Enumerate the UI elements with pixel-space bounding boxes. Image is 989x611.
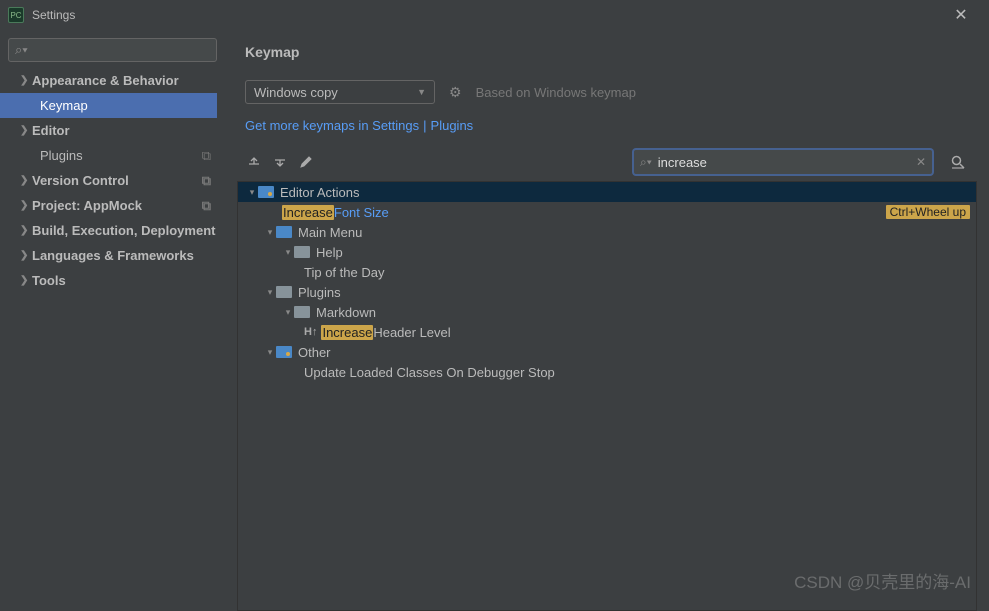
sidebar-item-label: Editor <box>32 123 70 138</box>
highlight: Increase <box>282 205 334 220</box>
sidebar-item-keymap[interactable]: Keymap <box>8 93 217 118</box>
find-by-shortcut-icon[interactable] <box>947 151 969 173</box>
plugin-links: Get more keymaps in Settings|Plugins <box>245 118 969 133</box>
page-title: Keymap <box>245 44 969 60</box>
sidebar-item-label: Plugins <box>40 148 83 163</box>
tree-label: Font Size <box>334 205 389 220</box>
keymap-toolbar: ⌕▾ ✕ <box>245 149 969 175</box>
chevron-right-icon: ❯ <box>20 225 32 236</box>
link-plugins[interactable]: Plugins <box>431 118 474 133</box>
project-tag-icon: ⧉ <box>202 148 211 164</box>
folder-icon <box>294 246 310 258</box>
sidebar-item-label: Keymap <box>40 98 88 113</box>
tree-label: Markdown <box>316 305 376 320</box>
search-icon: ⌕▾ <box>15 42 28 58</box>
search-icon: ⌕▾ <box>640 155 652 170</box>
gear-icon[interactable]: ⚙ <box>449 84 462 101</box>
main-panel: Keymap Windows copy ▼ ⚙ Based on Windows… <box>225 30 989 605</box>
clear-icon[interactable]: ✕ <box>916 155 926 169</box>
chevron-right-icon: ❯ <box>20 75 32 86</box>
chevron-right-icon: ❯ <box>20 275 32 286</box>
chevron-down-icon: ▾ <box>264 347 276 358</box>
sidebar-item-label: Languages & Frameworks <box>32 248 194 263</box>
tree-item-increase-font[interactable]: Increase Font Size Ctrl+Wheel up <box>238 202 976 222</box>
tree-item-update-classes[interactable]: Update Loaded Classes On Debugger Stop <box>238 362 976 382</box>
sidebar-item-label: Version Control <box>32 173 129 188</box>
keymap-search-field[interactable]: ⌕▾ ✕ <box>633 149 933 175</box>
tree-item-increase-header[interactable]: H↑ Increase Header Level <box>238 322 976 342</box>
sidebar-item-label: Appearance & Behavior <box>32 73 179 88</box>
expand-all-icon[interactable] <box>245 153 263 171</box>
highlight: Increase <box>321 325 373 340</box>
sidebar-item-project-appmock[interactable]: ❯Project: AppMock ⧉ <box>8 193 217 218</box>
tree-label: Editor Actions <box>280 185 360 200</box>
tree-label: Plugins <box>298 285 341 300</box>
chevron-right-icon: ❯ <box>20 125 32 136</box>
keymap-search-input[interactable] <box>658 155 916 170</box>
tree-label: Help <box>316 245 343 260</box>
folder-icon <box>276 286 292 298</box>
tree-label: Header Level <box>373 325 450 340</box>
sidebar-item-label: Tools <box>32 273 66 288</box>
tree-group-plugins[interactable]: ▾ Plugins <box>238 282 976 302</box>
shortcut-badge: Ctrl+Wheel up <box>886 205 970 219</box>
keymap-scheme-dropdown[interactable]: Windows copy ▼ <box>245 80 435 104</box>
sidebar-item-appearance-behavior[interactable]: ❯Appearance & Behavior <box>8 68 217 93</box>
tree-label: Other <box>298 345 331 360</box>
action-tree[interactable]: ▾ Editor Actions Increase Font Size Ctrl… <box>237 181 977 611</box>
sidebar-search[interactable]: ⌕▾ <box>8 38 217 62</box>
sidebar-item-label: Project: AppMock <box>32 198 142 213</box>
link-get-keymaps[interactable]: Get more keymaps in Settings <box>245 118 419 133</box>
folder-icon <box>258 186 274 198</box>
tree-item-tip-of-day[interactable]: Tip of the Day <box>238 262 976 282</box>
chevron-down-icon: ▼ <box>417 87 426 97</box>
tree-group-other[interactable]: ▾ Other <box>238 342 976 362</box>
chevron-down-icon: ▾ <box>282 307 294 318</box>
app-icon: PC <box>8 7 24 23</box>
tree-label: Update Loaded Classes On Debugger Stop <box>304 365 555 380</box>
tree-group-main-menu[interactable]: ▾ Main Menu <box>238 222 976 242</box>
scheme-name: Windows copy <box>254 85 338 100</box>
chevron-down-icon: ▾ <box>264 287 276 298</box>
chevron-right-icon: ❯ <box>20 175 32 186</box>
tree-label: Main Menu <box>298 225 362 240</box>
sidebar-item-build-execution-deployment[interactable]: ❯Build, Execution, Deployment <box>8 218 217 243</box>
edit-icon[interactable] <box>297 153 315 171</box>
header-icon: H↑ <box>304 326 317 338</box>
chevron-right-icon: ❯ <box>20 200 32 211</box>
title-bar: PC Settings ✕ <box>0 0 989 30</box>
folder-icon <box>276 226 292 238</box>
chevron-down-icon: ▾ <box>282 247 294 258</box>
window-title: Settings <box>32 8 941 22</box>
tree-group-help[interactable]: ▾ Help <box>238 242 976 262</box>
collapse-all-icon[interactable] <box>271 153 289 171</box>
tree-label: Tip of the Day <box>304 265 384 280</box>
project-tag-icon: ⧉ <box>202 198 211 214</box>
tree-group-markdown[interactable]: ▾ Markdown <box>238 302 976 322</box>
close-button[interactable]: ✕ <box>941 5 981 25</box>
sidebar-item-languages-frameworks[interactable]: ❯Languages & Frameworks <box>8 243 217 268</box>
folder-icon <box>276 346 292 358</box>
sidebar-nav: ❯Appearance & BehaviorKeymap❯EditorPlugi… <box>8 68 217 293</box>
settings-sidebar: ⌕▾ ❯Appearance & BehaviorKeymap❯EditorPl… <box>0 30 225 605</box>
chevron-down-icon: ▾ <box>246 187 258 198</box>
project-tag-icon: ⧉ <box>202 173 211 189</box>
chevron-right-icon: ❯ <box>20 250 32 261</box>
sidebar-item-label: Build, Execution, Deployment <box>32 223 215 238</box>
tree-group-editor-actions[interactable]: ▾ Editor Actions <box>238 182 976 202</box>
sidebar-item-editor[interactable]: ❯Editor <box>8 118 217 143</box>
sidebar-item-plugins[interactable]: Plugins ⧉ <box>8 143 217 168</box>
sidebar-item-tools[interactable]: ❯Tools <box>8 268 217 293</box>
folder-icon <box>294 306 310 318</box>
based-on-hint: Based on Windows keymap <box>476 85 636 100</box>
sidebar-item-version-control[interactable]: ❯Version Control ⧉ <box>8 168 217 193</box>
chevron-down-icon: ▾ <box>264 227 276 238</box>
